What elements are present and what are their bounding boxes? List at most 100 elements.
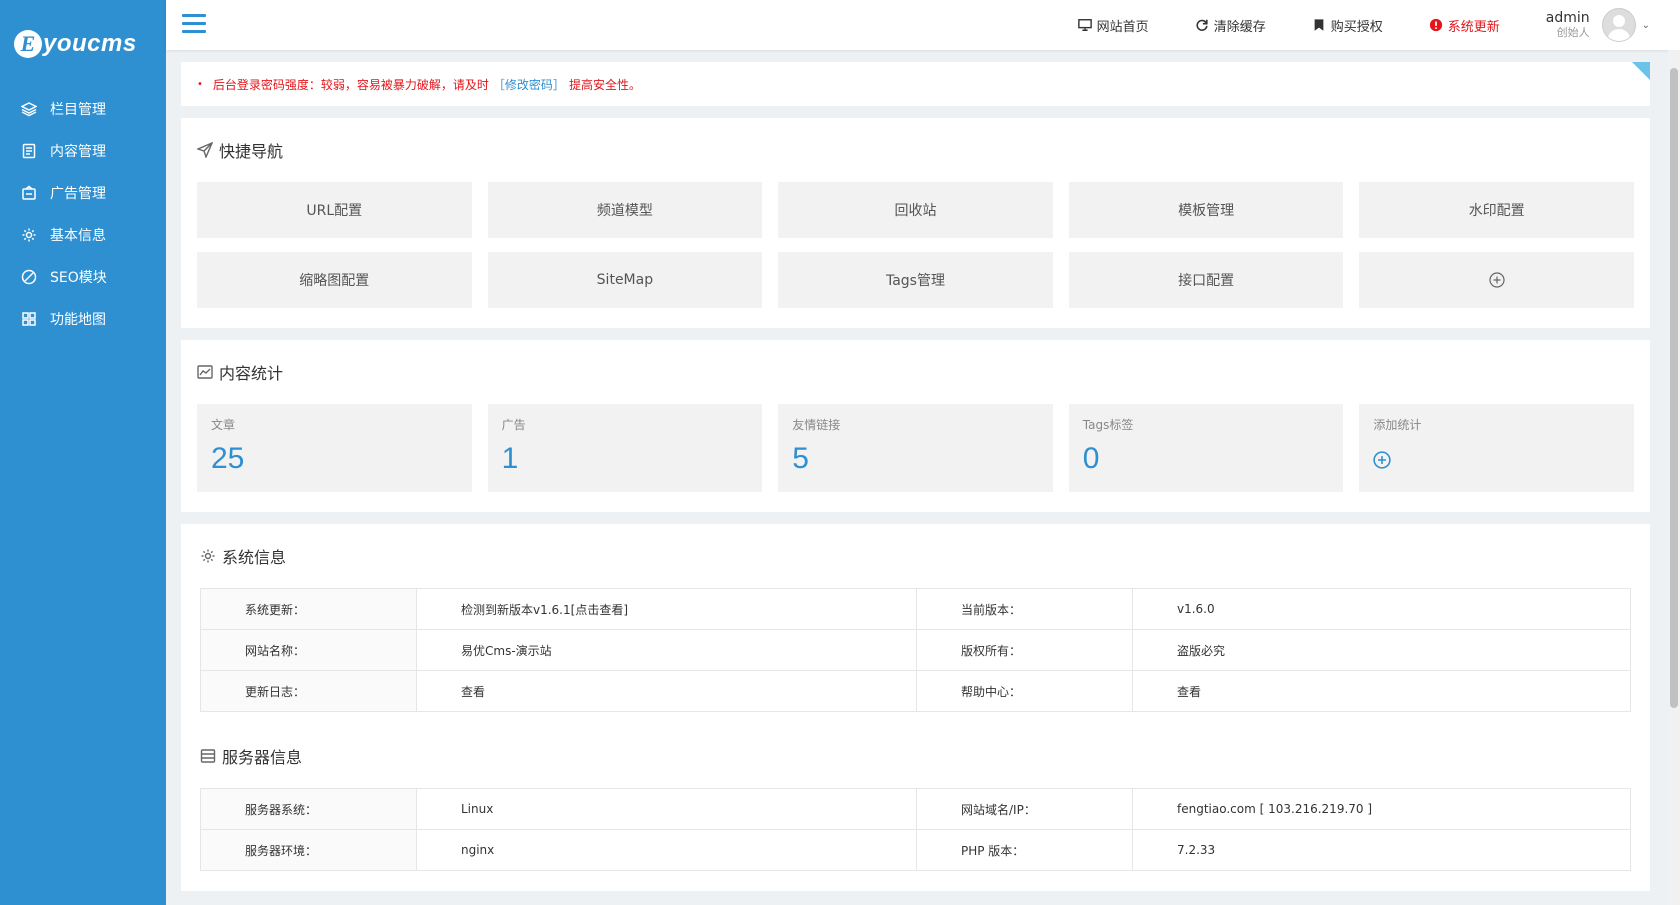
- clear-cache-link[interactable]: 清除缓存: [1195, 16, 1266, 35]
- table-key: 帮助中心：: [916, 670, 1133, 712]
- sidebar-item-columns[interactable]: 栏目管理: [0, 88, 166, 130]
- sidebar-item-feature-map[interactable]: 功能地图: [0, 298, 166, 340]
- stats-title: 内容统计: [197, 340, 1634, 404]
- site-home-link[interactable]: 网站首页: [1077, 16, 1149, 35]
- table-key: 网站名称：: [200, 629, 417, 671]
- quick-nav-panel: 快捷导航 URL配置 频道模型 回收站 模板管理 水印配置 缩略图配置 Site…: [181, 118, 1650, 328]
- table-row: 系统更新： 检测到新版本v1.6.1[点击查看] 当前版本： v1.6.0: [200, 588, 1631, 630]
- sidebar-item-seo[interactable]: SEO模块: [0, 256, 166, 298]
- copyright-link[interactable]: 盗版必究: [1132, 629, 1631, 671]
- update-available-link[interactable]: 检测到新版本v1.6.1[点击查看]: [416, 588, 917, 630]
- stat-label: 文章: [211, 418, 236, 432]
- change-password-link[interactable]: ［修改密码］: [493, 76, 565, 93]
- sidebar-item-basic-info[interactable]: 基本信息: [0, 214, 166, 256]
- buy-license-link[interactable]: 购买授权: [1312, 16, 1383, 35]
- corner-flag: [1632, 62, 1650, 80]
- clear-cache-label: 清除缓存: [1213, 19, 1266, 35]
- stat-label: 友情链接: [792, 418, 841, 432]
- quick-nav-sitemap[interactable]: SiteMap: [487, 252, 763, 308]
- quick-nav-title-text: 快捷导航: [219, 142, 284, 161]
- stat-value: 25: [211, 442, 245, 475]
- table-key: 系统更新：: [200, 588, 417, 630]
- menu-toggle-icon[interactable]: [182, 14, 206, 36]
- sidebar-item-label: SEO模块: [50, 270, 107, 286]
- table-key: PHP 版本：: [916, 829, 1133, 871]
- server-info-title-text: 服务器信息: [222, 748, 303, 767]
- monitor-icon: [1077, 19, 1092, 31]
- table-key: 当前版本：: [916, 588, 1133, 630]
- user-role: 创始人: [1556, 26, 1590, 39]
- plus-circle-icon: [1489, 272, 1505, 288]
- sidebar-item-label: 广告管理: [50, 186, 106, 202]
- topbar: 网站首页 清除缓存 购买授权 系统更新 admin 创始人 ⌄: [166, 0, 1680, 50]
- stat-label: 广告: [501, 418, 526, 432]
- help-center-link[interactable]: 查看: [1132, 670, 1631, 712]
- sidebar-item-label: 功能地图: [50, 312, 106, 328]
- site-home-label: 网站首页: [1096, 19, 1149, 35]
- sidebar: E youcms 栏目管理 内容管理 广告管理 基本信息 SEO模块 功能地图: [0, 0, 166, 905]
- changelog-link[interactable]: 查看: [416, 670, 917, 712]
- table-key: 更新日志：: [200, 670, 417, 712]
- stat-links[interactable]: 友情链接 5: [778, 404, 1053, 492]
- stat-add-button[interactable]: 添加统计: [1359, 404, 1634, 492]
- top-links: 网站首页 清除缓存 购买授权 系统更新 admin 创始人 ⌄: [1077, 0, 1680, 50]
- server-info-table: 服务器系统： Linux 网站域名/IP： fengtiao.com [ 103…: [200, 788, 1631, 871]
- table-key: 版权所有：: [916, 629, 1133, 671]
- notice-dot-icon: •: [197, 78, 203, 90]
- plus-circle-icon: [1373, 451, 1392, 469]
- stat-tags[interactable]: Tags标签 0: [1068, 404, 1344, 492]
- quick-nav-tags[interactable]: Tags管理: [778, 252, 1053, 308]
- quick-nav-api-config[interactable]: 接口配置: [1068, 252, 1344, 308]
- quick-nav-channel-model[interactable]: 频道模型: [487, 182, 763, 238]
- avatar: [1601, 8, 1636, 42]
- stat-add-label: 添加统计: [1373, 418, 1422, 432]
- scrollbar-thumb[interactable]: [1670, 68, 1678, 708]
- logo[interactable]: E youcms: [0, 0, 166, 88]
- quick-nav-recycle-bin[interactable]: 回收站: [778, 182, 1053, 238]
- stat-value: 5: [792, 442, 809, 475]
- stats-panel: 内容统计 文章 25 广告 1 友情链接 5 Tags标签 0 添加统计: [181, 340, 1650, 512]
- table-row: 网站名称： 易优Cms-演示站 版权所有： 盗版必究: [200, 629, 1631, 671]
- quick-nav-thumbnail[interactable]: 缩略图配置: [197, 252, 472, 308]
- user-name: admin: [1545, 10, 1590, 26]
- table-value: fengtiao.com [ 103.216.219.70 ]: [1132, 788, 1631, 830]
- password-notice: • 后台登录密码强度：较弱，容易被暴力破解，请及时 ［修改密码］ 提高安全性。: [181, 62, 1650, 106]
- gear-icon: [201, 549, 215, 563]
- table-value: nginx: [416, 829, 917, 871]
- table-key: 服务器环境：: [200, 829, 417, 871]
- stat-ads[interactable]: 广告 1: [487, 404, 763, 492]
- quick-nav-add-button[interactable]: [1359, 252, 1634, 308]
- send-icon: [197, 142, 213, 158]
- table-value: Linux: [416, 788, 917, 830]
- system-info-title-text: 系统信息: [222, 548, 287, 567]
- main-content: • 后台登录密码强度：较弱，容易被暴力破解，请及时 ［修改密码］ 提高安全性。 …: [166, 50, 1668, 905]
- stat-value: 1: [501, 442, 519, 475]
- server-info-title: 服务器信息: [200, 724, 1631, 788]
- quick-nav-watermark[interactable]: 水印配置: [1359, 182, 1634, 238]
- layers-icon: [20, 100, 38, 118]
- sidebar-item-content[interactable]: 内容管理: [0, 130, 166, 172]
- buy-license-label: 购买授权: [1330, 19, 1383, 35]
- sidebar-item-label: 内容管理: [50, 144, 106, 160]
- system-info-title: 系统信息: [200, 524, 1631, 588]
- stat-value: 0: [1082, 442, 1100, 475]
- table-key: 网站域名/IP：: [916, 788, 1133, 830]
- logo-badge: E: [14, 30, 42, 58]
- system-update-link[interactable]: 系统更新: [1429, 16, 1500, 35]
- refresh-icon: [1196, 19, 1208, 31]
- notice-suffix: 提高安全性。: [568, 77, 641, 92]
- server-icon: [200, 749, 216, 763]
- scrollbar[interactable]: [1668, 50, 1680, 905]
- user-menu[interactable]: admin 创始人 ⌄: [1546, 8, 1650, 42]
- stat-label: Tags标签: [1082, 418, 1134, 432]
- bookmark-icon: [1314, 19, 1324, 31]
- quick-nav-title: 快捷导航: [197, 118, 1634, 182]
- quick-nav-grid: URL配置 频道模型 回收站 模板管理 水印配置 缩略图配置 SiteMap T…: [197, 182, 1634, 308]
- stat-articles[interactable]: 文章 25: [197, 404, 472, 492]
- quick-nav-template[interactable]: 模板管理: [1068, 182, 1344, 238]
- sidebar-item-ads[interactable]: 广告管理: [0, 172, 166, 214]
- system-update-label: 系统更新: [1447, 19, 1500, 35]
- table-row: 更新日志： 查看 帮助中心： 查看: [200, 670, 1631, 712]
- chevron-down-icon: ⌄: [1641, 19, 1650, 31]
- quick-nav-url-config[interactable]: URL配置: [197, 182, 472, 238]
